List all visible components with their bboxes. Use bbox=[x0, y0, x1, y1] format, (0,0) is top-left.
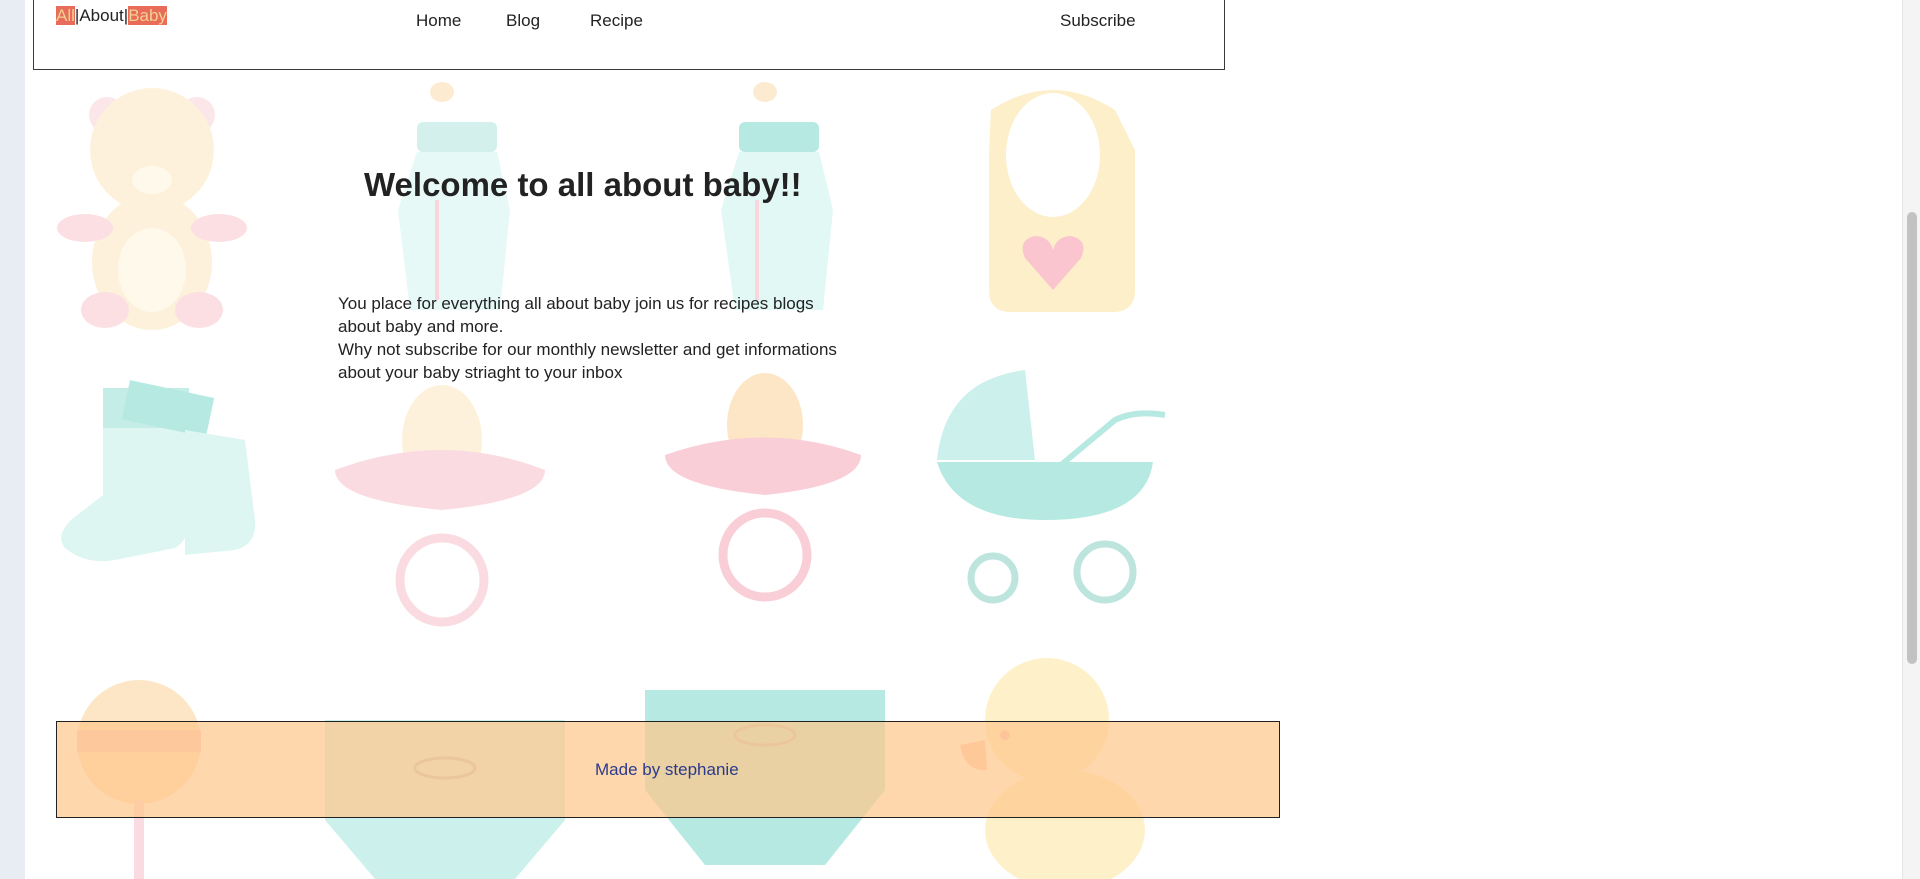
logo-part-about: About bbox=[79, 6, 124, 25]
vertical-scrollbar-thumb[interactable] bbox=[1907, 212, 1917, 664]
page-left-edge bbox=[0, 0, 25, 879]
nav-blog-link[interactable]: Blog bbox=[506, 11, 540, 31]
stroller-icon bbox=[937, 370, 1166, 604]
site-footer: Made by stephanie bbox=[56, 721, 1280, 818]
intro-text: You place for everything all about baby … bbox=[338, 292, 848, 384]
nav-recipe-link[interactable]: Recipe bbox=[590, 11, 643, 31]
teddy-bear-icon bbox=[57, 88, 247, 330]
footer-credit: Made by stephanie bbox=[595, 760, 739, 779]
socks-icon bbox=[61, 380, 256, 562]
nav-home-link[interactable]: Home bbox=[416, 11, 461, 31]
nav-subscribe-link[interactable]: Subscribe bbox=[1060, 11, 1136, 31]
pacifier-icon bbox=[335, 385, 545, 627]
page-title: Welcome to all about baby!! bbox=[364, 166, 802, 203]
logo-part-baby: Baby bbox=[128, 6, 167, 25]
logo-part-all: All bbox=[56, 6, 75, 25]
intro-paragraph: Why not subscribe for our monthly newsle… bbox=[338, 340, 837, 382]
site-logo[interactable]: All|About|Baby bbox=[56, 6, 167, 26]
intro-paragraph: You place for everything all about baby … bbox=[338, 294, 814, 336]
pacifier-icon bbox=[665, 373, 861, 602]
bib-icon bbox=[989, 90, 1135, 312]
